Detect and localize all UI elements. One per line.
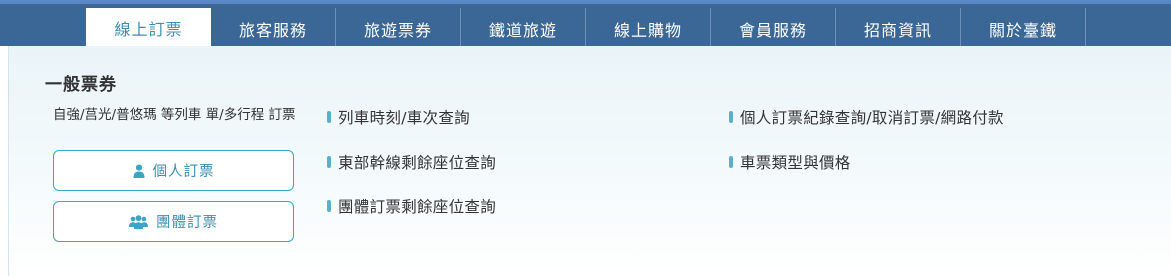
section-title: 一般票券: [45, 75, 117, 95]
top-nav-bar: 線上訂票 旅客服務 旅遊票券 鐵道旅遊 線上購物 會員服務 招商資訊 關於臺鐵: [0, 0, 1171, 50]
link-label: 列車時刻/車次查詢: [338, 109, 470, 127]
group-booking-button[interactable]: 團體訂票: [53, 201, 294, 242]
nav-tab-online-shopping[interactable]: 線上購物: [586, 8, 711, 50]
bullet-marker: [327, 156, 331, 168]
nav-tab-business-info[interactable]: 招商資訊: [836, 8, 961, 50]
person-icon: [133, 164, 145, 178]
link-booking-records[interactable]: 個人訂票紀錄查詢/取消訂票/網路付款: [729, 106, 1004, 128]
nav-tab-passenger-service[interactable]: 旅客服務: [211, 8, 336, 50]
bullet-marker: [729, 156, 733, 168]
link-train-timetable[interactable]: 列車時刻/車次查詢: [327, 106, 470, 128]
nav-tab-travel-tickets[interactable]: 旅遊票券: [336, 8, 461, 50]
ticket-description: 自強/莒光/普悠瑪 等列車 單/多行程 訂票: [53, 107, 296, 123]
link-label: 東部幹線剩餘座位查詢: [338, 154, 497, 172]
nav-tab-about[interactable]: 關於臺鐵: [961, 8, 1086, 50]
group-booking-label: 團體訂票: [156, 215, 218, 231]
bullet-marker: [729, 111, 733, 123]
link-east-line-seats[interactable]: 東部幹線剩餘座位查詢: [327, 151, 496, 173]
nav-tab-member-service[interactable]: 會員服務: [711, 8, 836, 50]
individual-booking-label: 個人訂票: [152, 164, 215, 180]
link-label: 團體訂票剩餘座位查詢: [338, 198, 497, 216]
bullet-marker: [327, 111, 331, 123]
individual-booking-button[interactable]: 個人訂票: [53, 150, 294, 191]
link-group-seats[interactable]: 團體訂票剩餘座位查詢: [327, 195, 496, 217]
nav-tab-online-booking[interactable]: 線上訂票: [86, 8, 211, 50]
main-nav: 線上訂票 旅客服務 旅遊票券 鐵道旅遊 線上購物 會員服務 招商資訊 關於臺鐵: [86, 8, 1086, 50]
group-icon: [129, 214, 148, 229]
link-ticket-types-prices[interactable]: 車票類型與價格: [729, 151, 851, 173]
bullet-marker: [327, 200, 331, 212]
link-label: 個人訂票紀錄查詢/取消訂票/網路付款: [740, 109, 1004, 127]
nav-tab-railway-travel[interactable]: 鐵道旅遊: [461, 8, 586, 50]
link-label: 車票類型與價格: [740, 154, 851, 172]
dropdown-panel: 一般票券 自強/莒光/普悠瑪 等列車 單/多行程 訂票 個人訂票 團體訂票 列車…: [8, 46, 1171, 276]
